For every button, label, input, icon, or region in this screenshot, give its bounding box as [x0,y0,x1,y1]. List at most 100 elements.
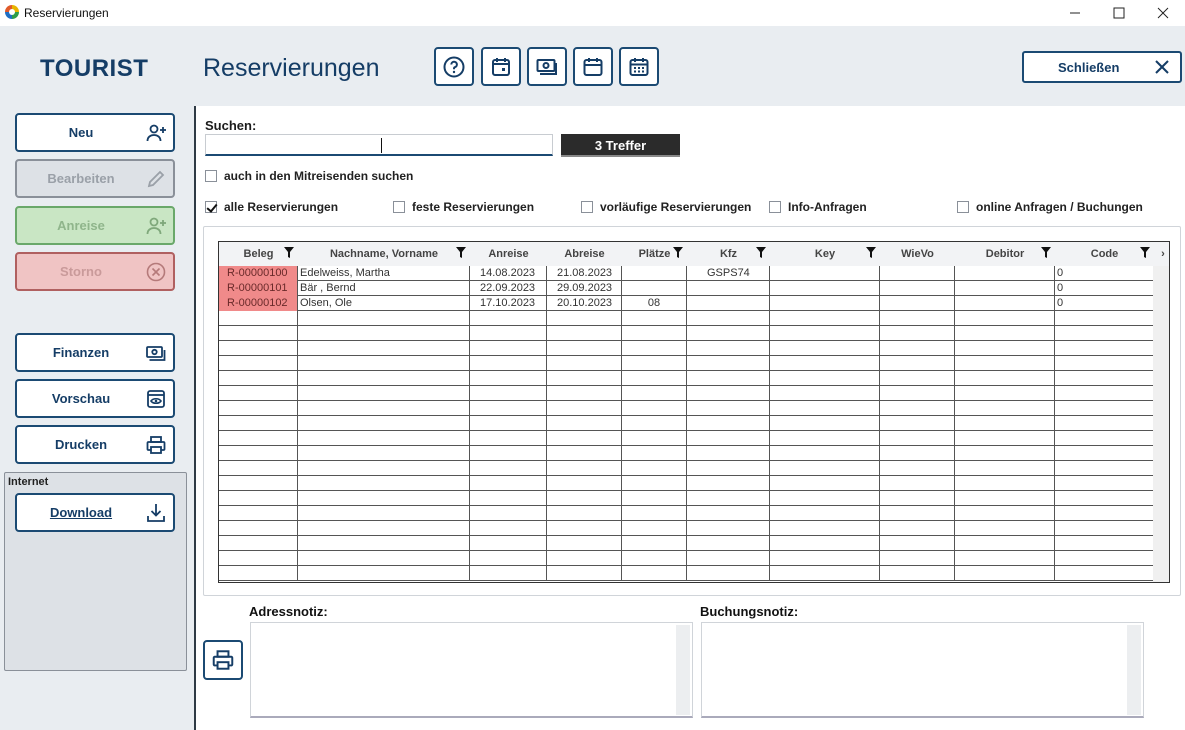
alle-reservierungen-checkbox[interactable]: alle Reservierungen [205,200,338,214]
column-header[interactable]: Nachname, Vorname [298,242,470,266]
feste-reservierungen-checkbox[interactable]: feste Reservierungen [393,200,534,214]
table-cell [687,386,770,401]
table-row[interactable] [219,371,1154,386]
table-cell: 0 [1055,266,1154,281]
anreise-button[interactable]: Anreise [15,206,175,245]
mitreisende-checkbox[interactable]: auch in den Mitreisenden suchen [205,169,413,183]
column-header[interactable]: Key [770,242,880,266]
table-row[interactable] [219,326,1154,341]
drucken-button[interactable]: Drucken [15,425,175,464]
table-row[interactable] [219,551,1154,566]
table-cell [470,491,547,506]
printer-icon [146,436,166,454]
table-row[interactable] [219,446,1154,461]
table-cell [298,476,470,491]
table-row[interactable] [219,536,1154,551]
table-row[interactable] [219,476,1154,491]
table-cell [770,491,880,506]
table-cell [622,521,687,536]
table-cell [547,536,622,551]
filter-icon[interactable] [284,247,294,259]
table-row[interactable] [219,311,1154,326]
finance-overview-button[interactable] [527,47,567,86]
table-cell [955,431,1055,446]
table-cell [1055,476,1154,491]
column-header[interactable]: Debitor [955,242,1055,266]
maximize-button[interactable] [1096,0,1142,26]
table-row[interactable] [219,491,1154,506]
table-row[interactable] [219,566,1154,581]
calendar-button[interactable] [573,47,613,86]
info-anfragen-checkbox[interactable]: Info-Anfragen [769,200,867,214]
window-close-button[interactable] [1140,0,1185,26]
table-cell [1055,521,1154,536]
result-count-badge: 3 Treffer [561,134,680,157]
table-row[interactable] [219,341,1154,356]
table-cell [622,446,687,461]
window-title: Reservierungen [24,6,109,20]
help-button[interactable] [434,47,474,86]
download-button[interactable]: Download [15,493,175,532]
filter-icon[interactable] [1041,247,1051,259]
filter-icon[interactable] [456,247,466,259]
table-cell [622,371,687,386]
vorlaeufige-reservierungen-checkbox[interactable]: vorläufige Reservierungen [581,200,751,214]
table-cell [687,326,770,341]
table-row[interactable] [219,521,1154,536]
table-cell [219,521,298,536]
table-cell [687,491,770,506]
column-header[interactable]: Abreise [547,242,622,266]
filter-icon[interactable] [756,247,766,259]
column-header[interactable]: WieVo [880,242,955,266]
table-cell [687,566,770,581]
adressnotiz-textarea[interactable] [250,622,693,718]
scroll-right-icon[interactable]: › [1156,242,1169,266]
buchungsnotiz-textarea[interactable] [701,622,1144,718]
finanzen-button[interactable]: Finanzen [15,333,175,372]
neu-button[interactable]: Neu [15,113,175,152]
textarea-scrollbar[interactable] [1127,625,1141,715]
table-cell [1055,326,1154,341]
column-header[interactable]: Anreise [470,242,547,266]
table-row[interactable] [219,416,1154,431]
search-input[interactable] [205,134,553,156]
table-cell [955,386,1055,401]
close-icon [1155,60,1169,74]
print-note-button[interactable] [203,640,243,680]
table-cell [955,551,1055,566]
checkbox-box [205,170,217,182]
minimize-button[interactable] [1052,0,1098,26]
schliessen-button[interactable]: Schließen [1022,51,1182,83]
table-cell [547,506,622,521]
online-anfragen-checkbox[interactable]: online Anfragen / Buchungen [957,200,1143,214]
calendar-day-button[interactable] [481,47,521,86]
table-row[interactable] [219,431,1154,446]
table-cell [880,341,955,356]
table-row[interactable] [219,356,1154,371]
table-row[interactable]: R-00000102 Olsen, Ole 17.10.2023 20.10.2023… [219,296,1154,311]
reservations-table[interactable]: Beleg Nachname, Vorname Anreise Abreise Plät… [218,241,1170,583]
calendar-month-button[interactable] [619,47,659,86]
table-row[interactable]: R-00000101 Bär , Bernd 22.09.2023 29.09.202… [219,281,1154,296]
filter-icon[interactable] [673,247,683,259]
vorschau-button[interactable]: Vorschau [15,379,175,418]
textarea-scrollbar[interactable] [676,625,690,715]
close-icon [1157,7,1169,19]
bearbeiten-button[interactable]: Bearbeiten [15,159,175,198]
table-cell: 22.09.2023 [470,281,547,296]
filter-icon[interactable] [1140,247,1150,259]
table-row[interactable] [219,461,1154,476]
table-row[interactable] [219,506,1154,521]
table-row[interactable] [219,401,1154,416]
filter-icon[interactable] [866,247,876,259]
table-cell [547,431,622,446]
vertical-scrollbar[interactable] [1153,266,1169,582]
table-row[interactable]: R-00000100 Edelweiss, Martha 14.08.2023 21.… [219,266,1154,281]
table-cell [1055,371,1154,386]
checkbox-box [769,201,781,213]
table-row[interactable] [219,386,1154,401]
buchungsnotiz-label: Buchungsnotiz: [700,604,799,619]
storno-button[interactable]: Storno [15,252,175,291]
storno-label: Storno [60,264,102,279]
table-cell [219,446,298,461]
